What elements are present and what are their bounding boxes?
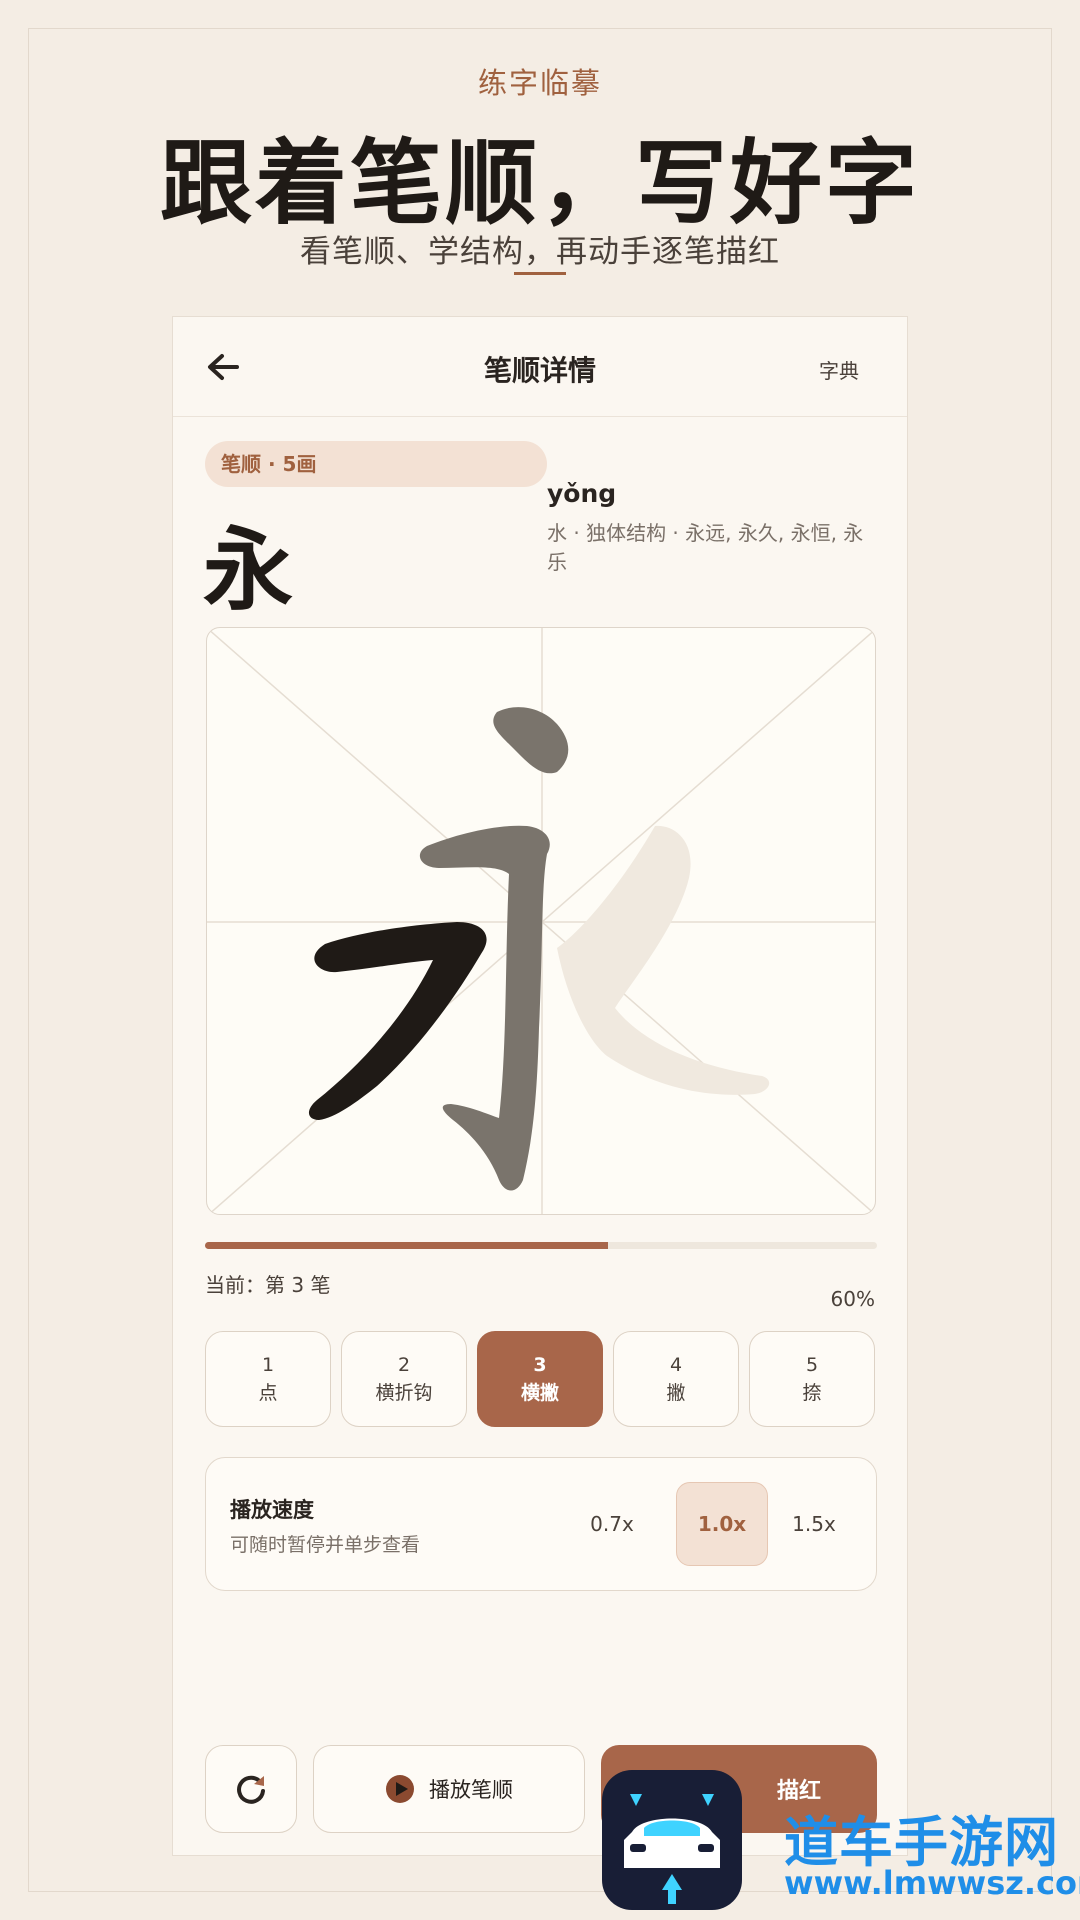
stroke-grid-svg <box>207 628 875 1214</box>
stroke-step-name: 横撇 <box>520 1382 559 1404</box>
character-info: 水 · 独体结构 · 永远, 永久, 永恒, 永乐 <box>547 521 864 574</box>
speed-option-0-7x[interactable]: 0.7x <box>566 1482 658 1566</box>
app-screen: 笔顺详情 字典 笔顺 · 5画 永 yǒng 水 · 独体结构 · 永远, 永久… <box>172 316 908 1856</box>
play-icon <box>386 1775 414 1803</box>
app-header: 笔顺详情 字典 <box>173 317 907 417</box>
refresh-icon <box>237 1775 265 1804</box>
stroke-step-number: 5 <box>805 1354 819 1376</box>
stroke-step-name: 撇 <box>666 1382 686 1404</box>
stroke-progress-bar <box>205 1242 877 1249</box>
watermark-site-url: www.lmwwsz.com <box>784 1864 1080 1902</box>
speed-option-1-5x[interactable]: 1.5x <box>768 1482 860 1566</box>
stroke-progress-fill <box>205 1242 609 1249</box>
page-title: 笔顺详情 <box>483 354 596 387</box>
stroke-count-badge: 笔顺 · 5画 <box>205 441 547 487</box>
hero-eyebrow: 练字临摹 <box>477 66 602 100</box>
watermark-logo <box>602 1770 742 1910</box>
playback-speed-card: 播放速度 可随时暂停并单步查看 0.7x 1.0x 1.5x <box>205 1457 877 1591</box>
stroke-step-number: 3 <box>533 1354 547 1376</box>
stroke-step-2[interactable]: 2 横折钩 <box>341 1331 467 1427</box>
stroke-step-number: 1 <box>261 1354 275 1376</box>
stroke-grid-canvas[interactable] <box>206 627 876 1215</box>
stroke-step-name: 捺 <box>802 1382 822 1404</box>
progress-percent: 60% <box>830 1287 875 1311</box>
speed-description: 可随时暂停并单步查看 <box>230 1534 421 1556</box>
stroke-3-current <box>308 922 487 1120</box>
character-display: 永 <box>203 517 293 623</box>
stroke-1-done <box>493 707 569 774</box>
speed-title: 播放速度 <box>230 1498 314 1522</box>
stroke-step-4[interactable]: 4 撇 <box>613 1331 739 1427</box>
stroke-5-pending <box>557 825 770 1095</box>
play-button-label: 播放笔顺 <box>429 1778 513 1802</box>
stroke-step-number: 4 <box>669 1354 683 1376</box>
hero-subtitle: 看笔顺、学结构，再动手逐笔描红 <box>300 234 780 270</box>
play-stroke-order-button[interactable]: 播放笔顺 <box>313 1745 585 1833</box>
stroke-step-name: 点 <box>258 1382 278 1404</box>
stroke-step-1[interactable]: 1 点 <box>205 1331 331 1427</box>
stroke-step-list: 1 点 2 横折钩 3 横撇 4 撇 5 捺 <box>205 1331 877 1429</box>
current-stroke-label: 当前：第 3 笔 <box>205 1273 331 1297</box>
pinyin-label: yǒng <box>547 479 617 508</box>
stroke-step-5[interactable]: 5 捺 <box>749 1331 875 1427</box>
hero-underline <box>514 272 566 275</box>
stroke-step-number: 2 <box>397 1354 411 1376</box>
speed-option-1-0x[interactable]: 1.0x <box>676 1482 768 1566</box>
car-icon <box>624 1794 720 1904</box>
hero-title: 跟着笔顺，写好字 <box>159 129 920 237</box>
stroke-step-name: 横折钩 <box>375 1382 433 1404</box>
stroke-step-3[interactable]: 3 横撇 <box>477 1331 603 1427</box>
reset-button[interactable] <box>205 1745 297 1833</box>
dictionary-link[interactable]: 字典 <box>819 355 859 384</box>
